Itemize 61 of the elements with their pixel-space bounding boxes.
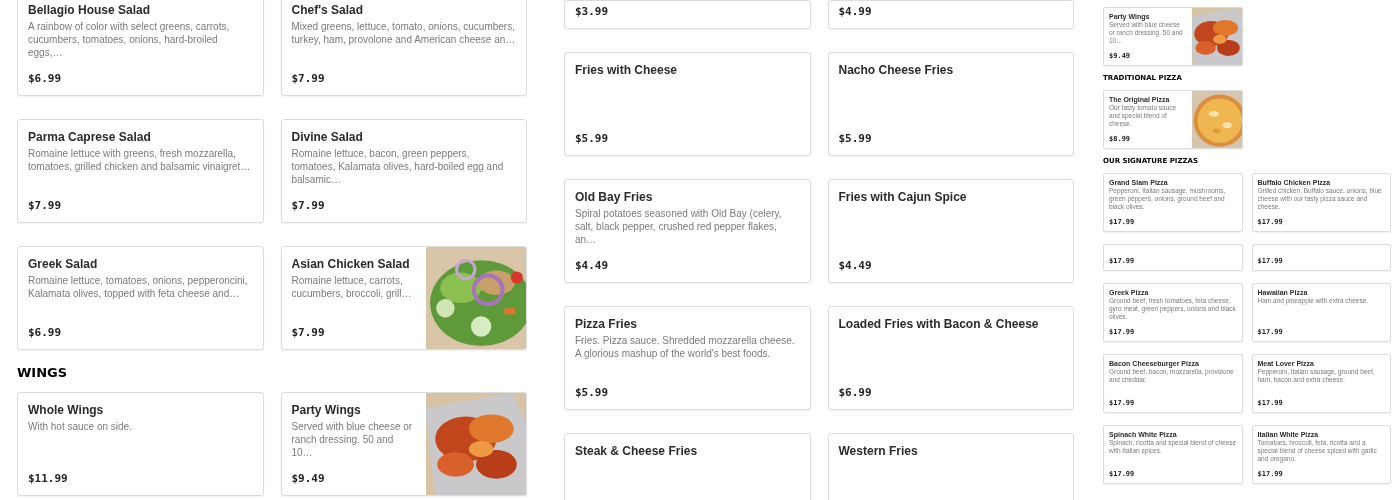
item-description: With hot sauce on side. <box>28 420 133 433</box>
item-description: Romaine lettuce with greens, fresh mozzarella, tomatoes, grilled chicken and balsamic vinaigret… <box>28 147 252 173</box>
menu-item-card[interactable]: Asian Chicken Salad Romaine lettuce, carrots, cucumbers, broccoli, grill… $7.99 <box>280 246 527 350</box>
item-price: $4.99 <box>838 4 873 18</box>
menu-item-card[interactable]: Loaded Fries with Bacon & Cheese $6.99 <box>827 306 1074 410</box>
menu-item-card[interactable]: Pizza Fries Fries. Pizza sauce. Shredded mozzarella cheese. A glorious mashup of the world's best foods. $5.99 <box>564 306 811 410</box>
item-price: $7.99 <box>291 71 326 85</box>
item-description: A rainbow of color with select greens, carrots, cucumbers, tomatoes, onions, hard-broiled eggs,… <box>28 20 231 59</box>
item-description: Romaine lettuce, carrots, cucumbers, broccoli, grill… <box>291 274 413 300</box>
item-price: $11.99 <box>28 471 69 485</box>
item-name: Party Wings <box>291 403 362 418</box>
item-description: Fries. Pizza sauce. Shredded mozzarella cheese. A glorious mashup of the world's best foods. <box>575 334 796 360</box>
item-name: Loaded Fries with Bacon & Cheese <box>838 317 1040 332</box>
item-name: Parma Caprese Salad <box>28 130 152 145</box>
item-price: $4.49 <box>575 258 610 272</box>
item-name: Pizza Fries <box>575 317 639 332</box>
menu-item-card[interactable]: Western Fries <box>827 433 1074 500</box>
item-price: $6.99 <box>28 71 63 85</box>
item-name: Old Bay Fries <box>575 190 654 205</box>
item-description: Mixed greens, lettuce, tomato, onions, cucumbers, turkey, ham, provolone and American cheese an… <box>291 20 516 46</box>
item-name: Fries with Cheese <box>575 63 679 78</box>
item-name: Bellagio House Salad <box>28 3 152 18</box>
menu-item-card[interactable]: Divine Salad Romaine lettuce, bacon, green peppers, tomatoes, Kalamata olives, hard-boiled egg and balsamic… $7.99 <box>280 119 527 223</box>
menu-item-card[interactable]: Whole Wings With hot sauce on side. $11.99 <box>17 392 264 496</box>
menu-item-card[interactable]: Chef's Salad Mixed greens, lettuce, tomato, onions, cucumbers, turkey, ham, provolone and American cheese an… $7.99 <box>280 0 527 96</box>
item-name: Asian Chicken Salad <box>291 257 411 272</box>
menu-item-card[interactable]: Greek Salad Romaine lettuce, tomatoes, onions, pepperoncini, Kalamata olives, topped with feta cheese and… $6.99 <box>17 246 264 350</box>
item-price: $4.49 <box>838 258 873 272</box>
item-name: Steak & Cheese Fries <box>575 444 699 459</box>
menu-item-card[interactable]: $4.99 <box>827 0 1074 29</box>
item-price: $5.99 <box>838 131 873 145</box>
item-price: $7.99 <box>291 198 326 212</box>
menu-item-card[interactable]: $3.99 <box>564 0 811 29</box>
item-description: Spiral potatoes seasoned with Old Bay (celery, salt, black pepper, crushed red pepper flakes, an… <box>575 207 783 246</box>
item-name: Greek Salad <box>28 257 99 272</box>
item-description: Romaine lettuce, tomatoes, onions, pepperoncini, Kalamata olives, topped with feta cheese and… <box>28 274 249 300</box>
item-description: Served with blue cheese or ranch dressing. 50 and 10… <box>291 420 414 459</box>
item-price: $6.99 <box>838 385 873 399</box>
item-name: Divine Salad <box>291 130 364 145</box>
item-description: Romaine lettuce, bacon, green peppers, tomatoes, Kalamata olives, hard-boiled egg and balsamic… <box>291 147 505 186</box>
item-name: Nacho Cheese Fries <box>838 63 955 78</box>
menu-item-card[interactable]: Fries with Cheese $5.99 <box>564 52 811 156</box>
item-name: Chef's Salad <box>291 3 365 18</box>
section-heading: WINGS <box>17 364 69 382</box>
menu-item-card[interactable]: Fries with Cajun Spice $4.49 <box>827 179 1074 283</box>
item-price: $3.99 <box>575 4 610 18</box>
item-price: $6.99 <box>28 325 63 339</box>
item-price: $5.99 <box>575 131 610 145</box>
item-price: $7.99 <box>291 325 326 339</box>
item-price: $7.99 <box>28 198 63 212</box>
menu-item-card[interactable]: Old Bay Fries Spiral potatoes seasoned with Old Bay (celery, salt, black pepper, crushed red pepper flakes, an… $4.49 <box>564 179 811 283</box>
menu-item-card[interactable]: Parma Caprese Salad Romaine lettuce with greens, fresh mozzarella, tomatoes, grilled chicken and balsamic vinaigret… $7.99 <box>17 119 264 223</box>
menu-item-card[interactable]: Nacho Cheese Fries $5.99 <box>827 52 1074 156</box>
menu-item-card[interactable]: Bellagio House Salad A rainbow of color with select greens, carrots, cucumbers, tomatoes, onions, hard-broiled eggs,… $6.99 <box>17 0 264 96</box>
item-name: Western Fries <box>838 444 919 459</box>
menu-item-card[interactable]: Party Wings Served with blue cheese or ranch dressing. 50 and 10… $9.49 <box>280 392 527 496</box>
menu-item-card[interactable]: Steak & Cheese Fries <box>564 433 811 500</box>
item-name: Whole Wings <box>28 403 105 418</box>
item-price: $5.99 <box>575 385 610 399</box>
item-price: $9.49 <box>291 471 326 485</box>
item-name: Fries with Cajun Spice <box>838 190 968 205</box>
